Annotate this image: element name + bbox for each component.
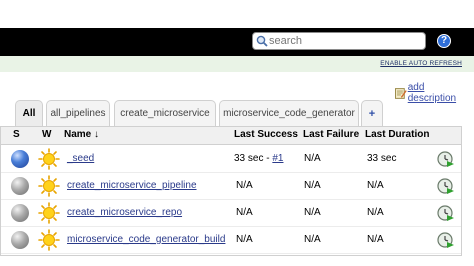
last-failure: N/A — [304, 180, 321, 191]
refresh-strip: ENABLE AUTO REFRESH — [0, 56, 474, 72]
last-duration: N/A — [367, 180, 384, 191]
last-failure: N/A — [304, 153, 321, 164]
status-grey-ball-icon — [11, 204, 29, 222]
tab-microservice-code-generator[interactable]: microservice_code_generator — [219, 100, 359, 126]
column-last-failure[interactable]: Last Failure — [303, 129, 359, 140]
tab-all[interactable]: All — [15, 100, 43, 126]
column-last-success[interactable]: Last Success — [234, 129, 298, 140]
search-box[interactable] — [252, 32, 426, 50]
last-success-text: 33 sec - — [234, 153, 273, 164]
table-row: create_microservice_pipeline N/A N/A N/A — [1, 174, 461, 200]
column-last-duration[interactable]: Last Duration — [365, 129, 429, 140]
table-row: _seed 33 sec - #1 N/A 33 sec — [1, 147, 461, 173]
last-duration: N/A — [367, 234, 384, 245]
last-failure: N/A — [304, 207, 321, 218]
enable-auto-refresh-link[interactable]: ENABLE AUTO REFRESH — [380, 60, 462, 67]
column-status[interactable]: S — [13, 129, 20, 140]
status-blue-ball-icon — [11, 150, 29, 168]
job-name-link[interactable]: create_microservice_repo — [67, 207, 182, 218]
sunny-weather-icon — [38, 148, 60, 170]
schedule-build-icon[interactable] — [437, 231, 455, 249]
job-name-link[interactable]: _seed — [67, 153, 94, 164]
job-name-link[interactable]: microservice_code_generator_build — [67, 234, 225, 245]
help-icon[interactable]: ? — [437, 34, 451, 48]
last-duration: 33 sec — [367, 153, 397, 164]
schedule-build-icon[interactable] — [437, 204, 455, 222]
table-row: microservice_code_generator_build N/A N/… — [1, 228, 461, 254]
search-input[interactable] — [269, 34, 423, 48]
build-link[interactable]: #1 — [272, 153, 283, 164]
top-bar: ? — [0, 28, 474, 56]
schedule-build-icon[interactable] — [437, 150, 455, 168]
new-view-tab-button[interactable]: + — [361, 100, 383, 126]
add-description[interactable]: add description — [395, 82, 474, 104]
table-header: S W Name ↓ Last Success Last Failure Las… — [1, 127, 461, 145]
column-weather[interactable]: W — [42, 129, 51, 140]
column-name[interactable]: Name ↓ — [64, 129, 99, 140]
job-name-link[interactable]: create_microservice_pipeline — [67, 180, 197, 191]
sunny-weather-icon — [38, 229, 60, 251]
edit-description-icon — [395, 88, 407, 99]
add-description-link[interactable]: add description — [408, 82, 474, 104]
tab-all-pipelines[interactable]: all_pipelines — [46, 100, 110, 126]
status-grey-ball-icon — [11, 231, 29, 249]
last-success: 33 sec - #1 — [234, 153, 283, 164]
last-failure: N/A — [304, 234, 321, 245]
last-success: N/A — [236, 234, 253, 245]
status-grey-ball-icon — [11, 177, 29, 195]
jobs-table: S W Name ↓ Last Success Last Failure Las… — [0, 126, 462, 256]
sunny-weather-icon — [38, 202, 60, 224]
tab-create-microservice[interactable]: create_microservice — [114, 100, 216, 126]
last-success: N/A — [236, 207, 253, 218]
search-icon — [256, 35, 268, 47]
schedule-build-icon[interactable] — [437, 177, 455, 195]
last-duration: N/A — [367, 207, 384, 218]
last-success: N/A — [236, 180, 253, 191]
sunny-weather-icon — [38, 175, 60, 197]
table-row: create_microservice_repo N/A N/A N/A — [1, 201, 461, 227]
